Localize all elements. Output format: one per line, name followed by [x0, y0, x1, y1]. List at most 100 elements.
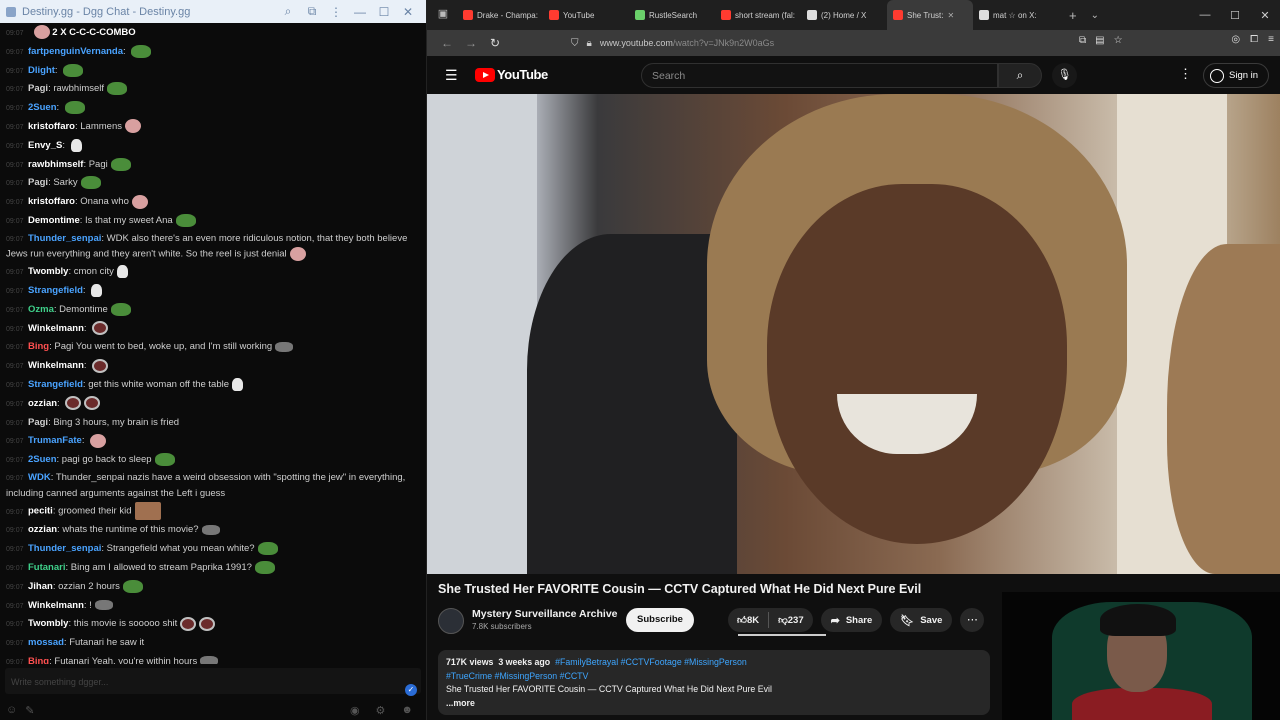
url-field[interactable]: ⛉ 🔒︎ www.youtube.com /watch?v=JNk9n2W0aG… [571, 33, 1141, 53]
message-username[interactable]: Demontime [28, 215, 80, 226]
message-username[interactable]: Pagi [28, 83, 48, 94]
maximize-button[interactable]: ☐ [1220, 0, 1250, 30]
chat-window-title: Destiny.gg - Dgg Chat - Destiny.gg [22, 5, 191, 18]
search-input[interactable]: Search [641, 63, 998, 88]
message-username[interactable]: Dlight [28, 65, 55, 76]
minimize-button[interactable]: — [348, 0, 372, 23]
message-username[interactable]: kristoffaro [28, 196, 75, 207]
message-username[interactable]: WDK [28, 472, 51, 483]
close-button[interactable]: ✕ [1250, 0, 1280, 30]
shield-icon[interactable]: ⛉ [571, 38, 579, 49]
like-button[interactable]: 👍︎ 8K [728, 608, 768, 632]
message-username[interactable]: Bing [28, 656, 49, 664]
message-username[interactable]: Strangefield [28, 285, 83, 296]
message-text: pagi go back to sleep [61, 454, 152, 466]
browser-tab[interactable]: RustleSearch [629, 0, 715, 30]
message-username[interactable]: kristoffaro [28, 121, 75, 132]
message-username[interactable]: peciti [28, 506, 53, 517]
settings-icon[interactable]: ⚙ [376, 704, 386, 717]
checkmark-icon[interactable]: ✓ [405, 684, 417, 696]
hashtags-line-2[interactable]: #TrueCrime #MissingPerson #CCTV [446, 671, 588, 681]
emoji-icon[interactable]: ☺ [6, 704, 17, 716]
message-username[interactable]: 2Suen [28, 102, 57, 113]
chevron-down-icon[interactable]: ⌄ [1091, 10, 1099, 21]
emote-icon [91, 284, 103, 298]
message-username[interactable]: ozzian [28, 398, 57, 409]
tab-list-icon[interactable]: ▣ [435, 7, 451, 23]
message-username[interactable]: ozzian [28, 524, 57, 535]
message-username[interactable]: Bing [28, 341, 49, 352]
channel-name[interactable]: Mystery Surveillance Archive [472, 608, 618, 620]
message-username[interactable]: Pagi [28, 417, 48, 428]
microphone-icon[interactable]: 🎙︎ [1052, 63, 1077, 88]
minimize-button[interactable]: — [1190, 0, 1220, 30]
message-username[interactable]: Jihan [28, 581, 53, 592]
eye-icon[interactable]: ◉ [350, 704, 360, 717]
chat-message: 09:07 2Suen: pagi go back to sleep [6, 451, 421, 470]
back-icon[interactable]: ← [435, 36, 459, 50]
reload-icon[interactable]: ↻ [483, 36, 507, 50]
browser-tab[interactable]: short stream (fal: [715, 0, 801, 30]
emote-icon [257, 542, 278, 556]
search-icon[interactable]: ⌕ [276, 0, 300, 23]
message-username[interactable]: Twombly [28, 266, 68, 277]
message-timestamp: 09:07 [6, 527, 24, 535]
message-username[interactable]: Twombly [28, 618, 68, 629]
channel-avatar[interactable] [438, 608, 464, 634]
message-username[interactable]: TrumanFate [28, 435, 82, 446]
message-username[interactable]: rawbhimself [28, 159, 83, 170]
maximize-button[interactable]: ☐ [372, 0, 396, 23]
message-username[interactable]: Winkelmann [28, 600, 84, 611]
forward-icon[interactable]: → [459, 36, 483, 50]
browser-tab[interactable]: (2) Home / X [801, 0, 887, 30]
message-username[interactable]: fartpenguinVernanda [28, 46, 123, 57]
search-button[interactable]: ⌕ [998, 63, 1042, 88]
bookmark-star-icon[interactable]: ☆ [1114, 35, 1123, 46]
subscribe-button[interactable]: Subscribe [626, 608, 694, 632]
message-username[interactable]: Thunder_senpai [28, 543, 101, 554]
picture-in-picture-icon[interactable]: ⧉ [1079, 35, 1086, 46]
message-username[interactable]: 2Suen [28, 454, 57, 465]
screenshot-icon[interactable]: ▤ [1095, 35, 1104, 46]
account-icon[interactable]: ◎ [1231, 34, 1240, 45]
close-tab-icon[interactable]: ✕ [947, 11, 954, 20]
message-username[interactable]: Ozma [28, 304, 54, 315]
show-more-link[interactable]: ...more [446, 698, 475, 708]
browser-tab[interactable]: YouTube [543, 0, 629, 30]
chat-input[interactable]: Write something dgger... ✓ [5, 668, 421, 696]
settings-kebab-icon[interactable]: ⋮ [1179, 66, 1192, 82]
hamburger-menu-icon[interactable]: ☰ [445, 67, 458, 84]
chat-message: 09:07 Winkelmann: [6, 357, 421, 376]
hashtags-line-1[interactable]: #FamilyBetrayal #CCTVFootage #MissingPer… [555, 657, 747, 667]
description-box[interactable]: 717K views 3 weeks ago #FamilyBetrayal #… [438, 650, 990, 715]
more-actions-icon[interactable]: ⋯ [960, 608, 985, 632]
browser-tab[interactable]: She Trust: ✕ [887, 0, 973, 30]
message-username[interactable]: Winkelmann [28, 360, 84, 371]
message-username[interactable]: Pagi [28, 177, 48, 188]
close-button[interactable]: ✕ [396, 0, 420, 23]
browser-tab[interactable]: mat ☆ on X: [973, 0, 1059, 30]
emote-icon [154, 453, 175, 467]
extensions-icon[interactable]: ⧠ [1250, 34, 1258, 45]
extension-icon[interactable]: ⧉ [300, 0, 324, 23]
whisper-icon[interactable]: ✎ [25, 704, 34, 717]
new-tab-button[interactable]: + [1069, 8, 1077, 23]
browser-tab[interactable]: Drake - Champa: [457, 0, 543, 30]
users-icon[interactable]: ☻ [401, 704, 413, 717]
message-username[interactable]: mossad [28, 637, 64, 648]
save-button[interactable]: 🔖︎ Save [890, 608, 953, 632]
share-button[interactable]: ➦ Share [820, 608, 883, 632]
video-player[interactable] [427, 94, 1280, 574]
youtube-logo[interactable]: YouTube [475, 67, 548, 82]
sign-in-button[interactable]: Sign in [1203, 63, 1270, 88]
message-username[interactable]: Thunder_senpai [28, 233, 101, 244]
menu-icon[interactable]: ≡ [1268, 34, 1274, 45]
message-username[interactable]: Envy_S [28, 140, 62, 151]
dislike-button[interactable]: 👎︎ 237 [769, 608, 813, 632]
message-username[interactable]: Strangefield [28, 379, 83, 390]
chat-messages[interactable]: 09:07 2 X C-C-C-COMBO 09:07 fartpenguinVe… [0, 24, 426, 664]
more-icon[interactable]: ⋮ [324, 0, 348, 23]
message-username[interactable]: Futanari [28, 562, 65, 573]
message-username[interactable]: Winkelmann [28, 323, 84, 334]
message-timestamp: 09:07 [6, 438, 24, 446]
